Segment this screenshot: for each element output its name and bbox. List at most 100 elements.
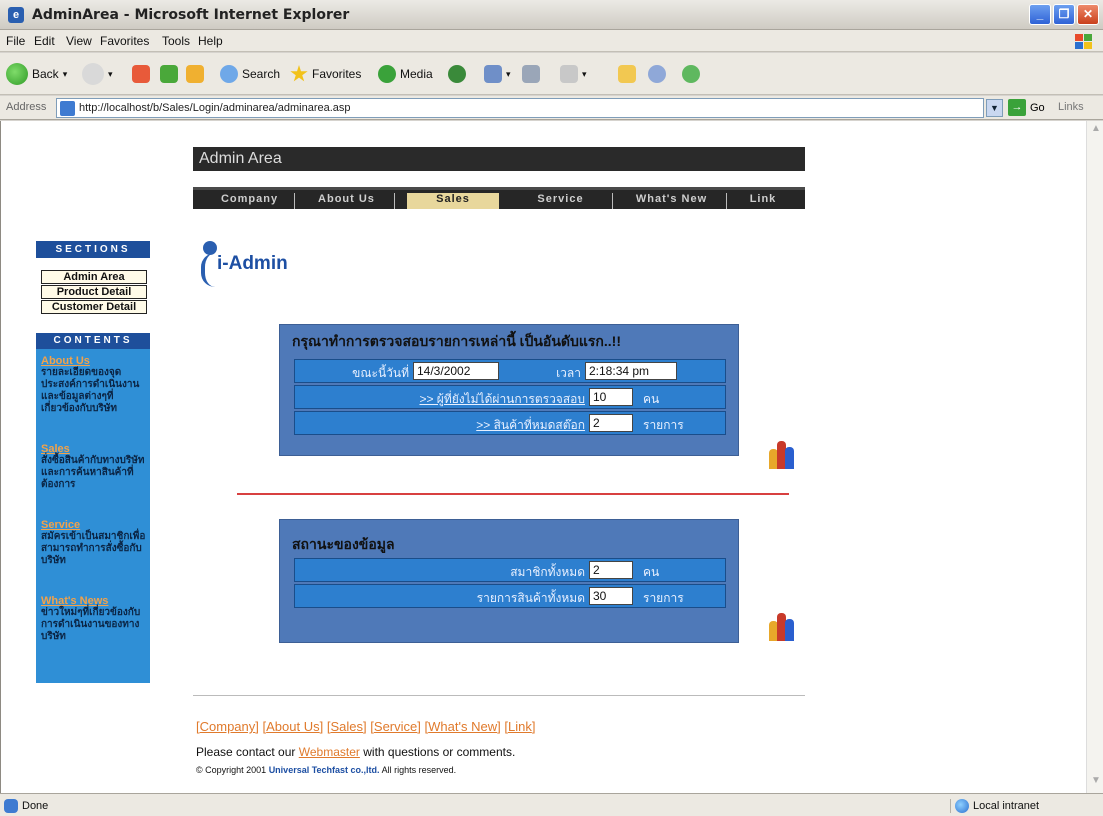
messenger-button[interactable] <box>648 61 666 87</box>
page-viewport: Admin Area Company About Us Sales Servic… <box>0 121 1103 793</box>
zone-label: Local intranet <box>973 800 1040 812</box>
title-bar: e AdminArea - Microsoft Internet Explore… <box>0 0 1103 30</box>
media-button[interactable]: Media <box>378 61 433 87</box>
links-button[interactable]: Links <box>1058 101 1084 113</box>
time-value: 2:18:34 pm <box>585 362 677 380</box>
members-label: สมาชิกทั้งหมด <box>510 565 585 579</box>
copyright-pre: © Copyright 2001 <box>196 765 267 775</box>
maximize-button[interactable]: ❐ <box>1053 4 1075 25</box>
content-link-sales[interactable]: Sales <box>41 443 147 455</box>
page-icon <box>60 101 75 116</box>
history-icon <box>448 65 466 83</box>
go-arrow-icon: → <box>1008 99 1026 116</box>
menu-view[interactable]: View <box>66 34 92 48</box>
close-button[interactable]: ✕ <box>1077 4 1099 25</box>
address-url: http://localhost/b/Sales/Login/adminarea… <box>79 102 351 114</box>
go-button[interactable]: → Go <box>1008 99 1045 116</box>
address-input[interactable]: http://localhost/b/Sales/Login/adminarea… <box>56 98 984 118</box>
vertical-scrollbar[interactable]: ▲ ▼ <box>1086 121 1103 793</box>
forward-button[interactable]: ▾ <box>82 61 113 87</box>
out-of-stock-value: 2 <box>589 414 633 432</box>
footer-link-service[interactable]: Service <box>374 719 417 734</box>
people-icon <box>682 65 700 83</box>
refresh-button[interactable] <box>160 61 178 87</box>
menu-tools[interactable]: Tools <box>162 34 190 48</box>
products-value: 30 <box>589 587 633 605</box>
members-unit: คน <box>643 565 660 579</box>
scroll-up-icon[interactable]: ▲ <box>1089 123 1103 137</box>
edit-button[interactable]: ▾ <box>560 61 587 87</box>
search-button[interactable]: Search <box>220 61 280 87</box>
products-unit: รายการ <box>643 591 684 605</box>
contact-line: Please contact our Webmaster with questi… <box>196 745 515 759</box>
footer-link-about-us[interactable]: About Us <box>266 719 319 734</box>
mail-button[interactable]: ▾ <box>484 61 511 87</box>
contact-post: with questions or comments. <box>363 745 516 759</box>
nav-service[interactable]: Service <box>509 193 613 209</box>
history-button[interactable] <box>448 61 466 87</box>
check-panel-title: กรุณาทำการตรวจสอบรายการเหล่านี้ เป็นอันด… <box>292 333 621 349</box>
stop-button[interactable] <box>132 61 150 87</box>
folder-button[interactable] <box>618 61 636 87</box>
content-desc-service: สมัครเข้าเป็นสมาชิกเพื่อสามารถทำการสั่งซ… <box>41 531 146 566</box>
footer-link-link[interactable]: Link <box>508 719 532 734</box>
flower-icon <box>648 65 666 83</box>
security-zone: Local intranet <box>950 799 1039 813</box>
back-button[interactable]: Back ▾ <box>6 61 67 87</box>
chevron-down-icon: ▾ <box>582 68 587 79</box>
footer-link-company[interactable]: Company <box>200 719 256 734</box>
refresh-icon <box>160 65 178 83</box>
content-desc-sales: สั่งซื้อสินค้ากับทางบริษัทและการค้นหาสิน… <box>41 455 145 490</box>
search-label: Search <box>242 67 281 81</box>
menu-file[interactable]: File <box>6 34 25 48</box>
star-icon <box>290 65 308 82</box>
copyright: © Copyright 2001 Universal Techfast co.,… <box>196 765 456 775</box>
nav-link[interactable]: Link <box>733 193 793 209</box>
nav-sales[interactable]: Sales <box>407 193 499 209</box>
members-row: สมาชิกทั้งหมด 2 คน <box>294 558 726 582</box>
sections-heading: SECTIONS <box>36 241 150 258</box>
go-label: Go <box>1030 101 1045 114</box>
top-nav: Company About Us Sales Service What's Ne… <box>193 187 805 209</box>
section-admin-area[interactable]: Admin Area <box>41 270 147 284</box>
footer-link-sales[interactable]: Sales <box>331 719 364 734</box>
logo-swoosh <box>201 253 215 287</box>
minimize-button[interactable]: _ <box>1029 4 1051 25</box>
menu-edit[interactable]: Edit <box>34 34 55 48</box>
footer-link-whats-new[interactable]: What's New <box>428 719 497 734</box>
content-link-about-us[interactable]: About Us <box>41 355 147 367</box>
print-button[interactable] <box>522 61 540 87</box>
products-row: รายการสินค้าทั้งหมด 30 รายการ <box>294 584 726 608</box>
pending-unit: คน <box>643 392 660 406</box>
content-link-service[interactable]: Service <box>41 519 147 531</box>
folder-icon <box>618 65 636 83</box>
out-of-stock-link[interactable]: >> สินค้าที่หมดสต๊อก <box>299 416 585 435</box>
menu-help[interactable]: Help <box>198 34 223 48</box>
favorites-button[interactable]: Favorites <box>290 61 361 87</box>
products-label: รายการสินค้าทั้งหมด <box>476 591 585 605</box>
address-dropdown-button[interactable]: ▼ <box>986 99 1003 117</box>
menu-favorites[interactable]: Favorites <box>100 34 149 48</box>
nav-whats-new[interactable]: What's New <box>617 193 727 209</box>
mail-icon <box>484 65 502 83</box>
section-customer-detail[interactable]: Customer Detail <box>41 300 147 314</box>
nav-about-us[interactable]: About Us <box>299 193 395 209</box>
home-button[interactable] <box>186 61 204 87</box>
status-done: Done <box>4 799 48 813</box>
date-time-row: ขณะนี้วันที่ 14/3/2002 เวลา 2:18:34 pm <box>294 359 726 383</box>
nav-company[interactable]: Company <box>205 193 295 209</box>
section-product-detail[interactable]: Product Detail <box>41 285 147 299</box>
webmaster-link[interactable]: Webmaster <box>299 745 360 759</box>
status-panel: สถานะของข้อมูล สมาชิกทั้งหมด 2 คน รายการ… <box>279 519 739 643</box>
out-of-stock-unit: รายการ <box>643 418 684 432</box>
contents-panel: CONTENTS About Us รายละเอียดของจุดประสงค… <box>36 333 150 683</box>
content-block-sales: Sales สั่งซื้อสินค้ากับทางบริษัทและการค้… <box>41 443 147 491</box>
content-link-whats-news[interactable]: What's News <box>41 595 147 607</box>
scroll-down-icon[interactable]: ▼ <box>1089 775 1103 789</box>
home-icon <box>186 65 204 83</box>
buddies-button[interactable] <box>682 61 700 87</box>
intranet-icon <box>955 799 969 813</box>
status-text: Done <box>22 800 49 812</box>
people-icon <box>769 439 795 469</box>
pending-link[interactable]: >> ผู้ที่ยังไม่ได้ผ่านการตรวจสอบ <box>299 390 585 409</box>
